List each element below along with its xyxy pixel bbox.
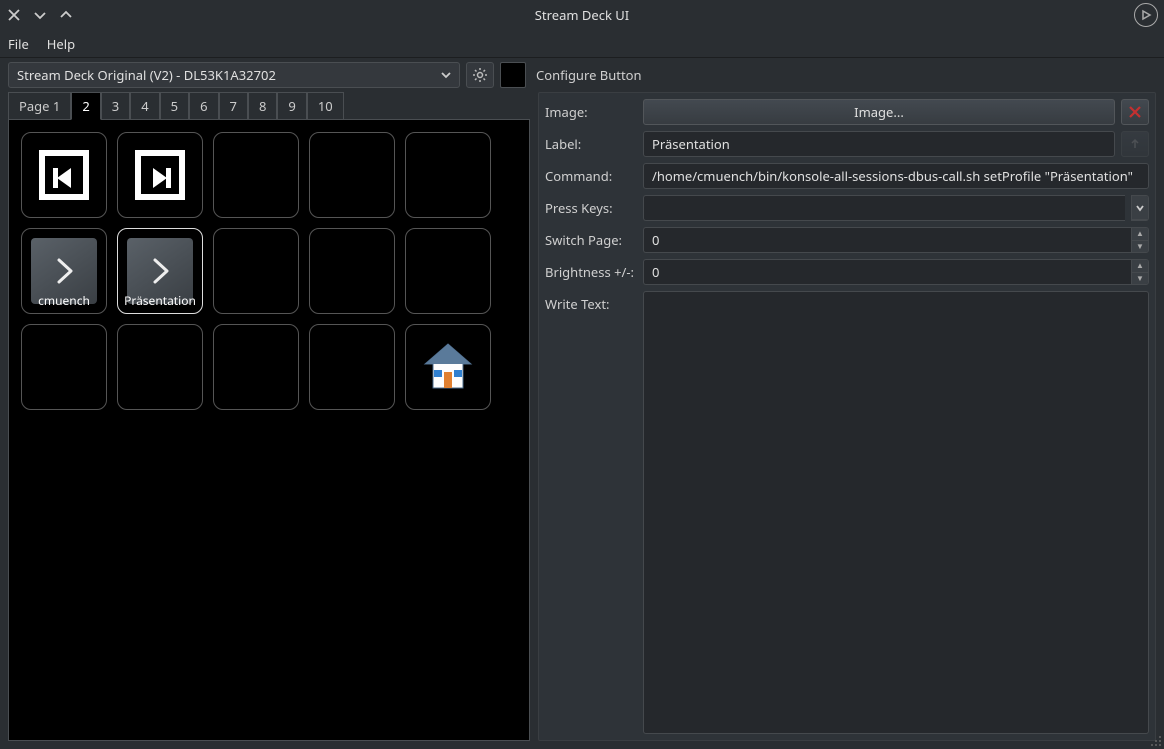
deck-button-5[interactable]: cmuench — [21, 228, 107, 314]
presskeys-dropdown-button[interactable] — [1132, 196, 1148, 220]
toolbar: Stream Deck Original (V2) - DL53K1A32702… — [0, 58, 1164, 92]
brightness-label: Brightness +/-: — [545, 263, 637, 281]
home-icon — [419, 338, 477, 396]
tab-page-3[interactable]: 3 — [101, 92, 130, 120]
deck-button-label: cmuench — [38, 292, 90, 309]
deck-area: cmuench Präsentation — [8, 119, 530, 741]
switchpage-input[interactable] — [643, 227, 1131, 253]
presskeys-label: Press Keys: — [545, 199, 637, 217]
switchpage-label: Switch Page: — [545, 231, 637, 249]
deck-button-3[interactable] — [309, 132, 395, 218]
image-label: Image: — [545, 103, 637, 121]
writetext-label: Write Text: — [545, 291, 637, 734]
tab-page-2[interactable]: 2 — [71, 92, 100, 120]
device-select-value: Stream Deck Original (V2) - DL53K1A32702 — [17, 66, 276, 84]
menu-file[interactable]: File — [8, 35, 29, 53]
up-arrow-icon — [1129, 138, 1141, 150]
deck-button-13[interactable] — [309, 324, 395, 410]
tab-page-4[interactable]: 4 — [130, 92, 159, 120]
tab-page-Page-1[interactable]: Page 1 — [8, 92, 71, 120]
remove-image-button[interactable] — [1121, 99, 1149, 125]
brightness-input[interactable] — [643, 259, 1131, 285]
tab-page-8[interactable]: 8 — [248, 92, 277, 120]
media-prev-icon — [35, 146, 93, 204]
brightness-up[interactable]: ▲ — [1132, 260, 1148, 273]
gear-icon — [472, 67, 488, 83]
titlebar: Stream Deck UI — [0, 0, 1164, 30]
background-color-swatch[interactable] — [500, 62, 526, 88]
label-label: Label: — [545, 135, 637, 153]
deck-button-4[interactable] — [405, 132, 491, 218]
presskeys-input[interactable] — [643, 195, 1125, 221]
app-logo-icon — [1134, 3, 1158, 27]
label-input[interactable] — [643, 131, 1115, 157]
deck-button-label: Präsentation — [124, 292, 196, 309]
configure-panel: Image: Image... Label: Command: Press Ke… — [538, 92, 1156, 741]
device-select[interactable]: Stream Deck Original (V2) - DL53K1A32702 — [8, 62, 460, 88]
settings-button[interactable] — [466, 62, 494, 88]
command-input[interactable] — [643, 163, 1149, 189]
tab-page-6[interactable]: 6 — [189, 92, 218, 120]
tab-page-5[interactable]: 5 — [160, 92, 189, 120]
command-label: Command: — [545, 167, 637, 185]
deck-button-0[interactable] — [21, 132, 107, 218]
close-icon[interactable] — [6, 7, 22, 23]
resize-grip-icon[interactable] — [1148, 733, 1162, 747]
deck-button-2[interactable] — [213, 132, 299, 218]
configure-header: Configure Button — [536, 66, 642, 84]
deck-button-8[interactable] — [309, 228, 395, 314]
media-next-icon — [131, 146, 189, 204]
chevron-down-icon — [441, 70, 451, 80]
image-button[interactable]: Image... — [643, 99, 1115, 125]
brightness-down[interactable]: ▼ — [1132, 273, 1148, 285]
window-title: Stream Deck UI — [0, 6, 1164, 24]
menubar: File Help — [0, 30, 1164, 58]
writetext-input[interactable] — [643, 291, 1149, 734]
deck-pane: Page 12345678910 cmuench Präsentation — [8, 92, 530, 741]
deck-button-6[interactable]: Präsentation — [117, 228, 203, 314]
maximize-icon[interactable] — [58, 7, 74, 23]
deck-button-14[interactable] — [405, 324, 491, 410]
tab-page-7[interactable]: 7 — [219, 92, 248, 120]
tab-page-10[interactable]: 10 — [307, 92, 344, 120]
deck-button-12[interactable] — [213, 324, 299, 410]
chevron-down-icon — [1136, 204, 1144, 212]
deck-button-10[interactable] — [21, 324, 107, 410]
switchpage-down[interactable]: ▼ — [1132, 241, 1148, 253]
deck-button-11[interactable] — [117, 324, 203, 410]
deck-button-1[interactable] — [117, 132, 203, 218]
label-aux-button — [1121, 131, 1149, 157]
switchpage-up[interactable]: ▲ — [1132, 228, 1148, 241]
deck-button-7[interactable] — [213, 228, 299, 314]
page-tabs: Page 12345678910 — [8, 92, 530, 120]
close-icon — [1128, 105, 1142, 119]
deck-button-9[interactable] — [405, 228, 491, 314]
minimize-icon[interactable] — [32, 7, 48, 23]
tab-page-9[interactable]: 9 — [277, 92, 306, 120]
menu-help[interactable]: Help — [47, 35, 75, 53]
